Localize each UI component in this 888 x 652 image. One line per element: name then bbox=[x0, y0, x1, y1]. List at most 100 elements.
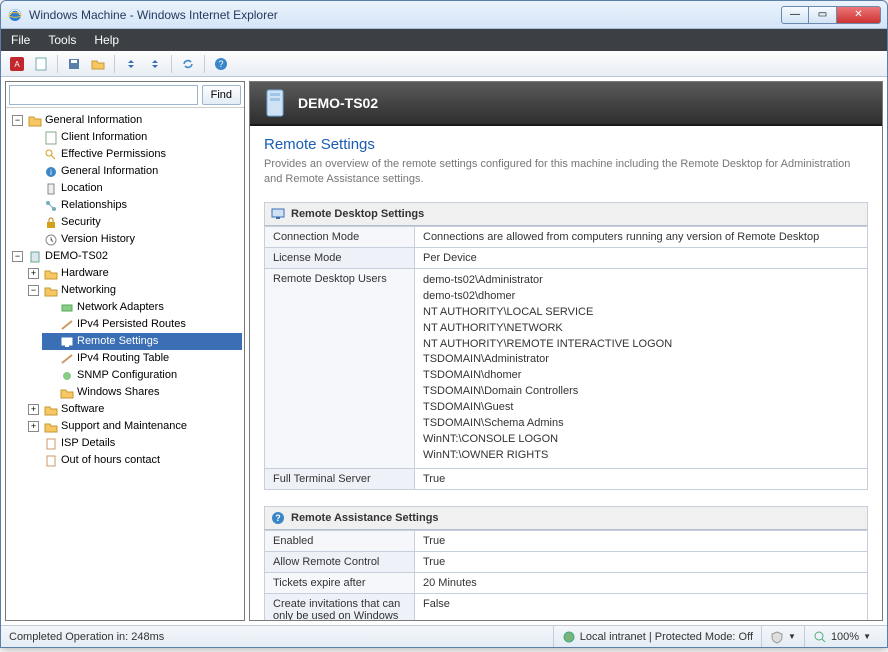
user-entry: TSDOMAIN\Guest bbox=[423, 400, 859, 416]
tree-label: General Information bbox=[61, 163, 158, 180]
panel-header: DEMO-TS02 bbox=[250, 82, 882, 126]
tree-label: Support and Maintenance bbox=[61, 418, 187, 435]
table-row: Tickets expire after20 Minutes bbox=[265, 573, 868, 594]
tree-label: Effective Permissions bbox=[61, 146, 166, 163]
toolbar-collapse-icon[interactable] bbox=[121, 54, 141, 74]
menu-tools[interactable]: Tools bbox=[48, 33, 76, 47]
expand-icon[interactable]: + bbox=[28, 421, 39, 432]
status-zoom[interactable]: 100% ▼ bbox=[804, 626, 879, 647]
svg-text:?: ? bbox=[275, 513, 281, 523]
tree-windows-shares[interactable]: Windows Shares bbox=[42, 384, 242, 401]
toolbar-pdf-icon[interactable]: A bbox=[7, 54, 27, 74]
tree-label: Hardware bbox=[61, 265, 109, 282]
tree-host[interactable]: − DEMO-TS02 bbox=[10, 248, 242, 265]
expand-icon[interactable]: + bbox=[28, 268, 39, 279]
collapse-icon[interactable]: − bbox=[28, 285, 39, 296]
tree-support[interactable]: + Support and Maintenance bbox=[26, 418, 242, 435]
cell-val: False bbox=[415, 594, 868, 620]
table-row: License ModePer Device bbox=[265, 247, 868, 268]
dropdown-icon: ▼ bbox=[788, 632, 796, 641]
tree-remote-settings[interactable]: Remote Settings bbox=[42, 333, 242, 350]
location-icon bbox=[44, 182, 58, 196]
tree-label: Remote Settings bbox=[77, 333, 158, 350]
snmp-icon bbox=[60, 369, 74, 383]
tree-software[interactable]: +Software bbox=[26, 401, 242, 418]
minimize-button[interactable]: — bbox=[781, 6, 809, 24]
toolbar-doc-icon[interactable] bbox=[31, 54, 51, 74]
tree-snmp[interactable]: SNMP Configuration bbox=[42, 367, 242, 384]
toolbar-expand-icon[interactable] bbox=[145, 54, 165, 74]
key-icon bbox=[44, 148, 58, 162]
toolbar-help-icon[interactable]: ? bbox=[211, 54, 231, 74]
tree-label: Network Adapters bbox=[77, 299, 164, 316]
panel-title: DEMO-TS02 bbox=[298, 95, 378, 111]
toolbar-refresh-icon[interactable] bbox=[178, 54, 198, 74]
cell-key: Connection Mode bbox=[265, 226, 415, 247]
route-icon bbox=[60, 318, 74, 332]
collapse-icon[interactable]: − bbox=[12, 115, 23, 126]
doc-icon bbox=[44, 454, 58, 468]
server-icon bbox=[262, 88, 288, 118]
tree-label: General Information bbox=[45, 112, 142, 129]
toolbar-save-icon[interactable] bbox=[64, 54, 84, 74]
cell-key: Remote Desktop Users bbox=[265, 268, 415, 468]
rds-table-title: Remote Desktop Settings bbox=[264, 202, 868, 226]
tree-security[interactable]: Security bbox=[26, 214, 242, 231]
find-button[interactable]: Find bbox=[202, 85, 241, 105]
tree-label: ISP Details bbox=[61, 435, 115, 452]
separator bbox=[204, 55, 205, 73]
window-controls: — ▭ ✕ bbox=[781, 6, 881, 24]
tree-general-information[interactable]: − General Information bbox=[10, 112, 242, 129]
tree-label: Security bbox=[61, 214, 101, 231]
ras-table: EnabledTrue Allow Remote ControlTrue Tic… bbox=[264, 530, 868, 620]
share-icon bbox=[60, 386, 74, 400]
browser-window: Windows Machine - Windows Internet Explo… bbox=[0, 0, 888, 648]
user-entry: TSDOMAIN\Domain Controllers bbox=[423, 384, 859, 400]
statusbar: Completed Operation in: 248ms Local intr… bbox=[1, 625, 887, 647]
menu-file[interactable]: File bbox=[11, 33, 30, 47]
tree-ipv4-routing[interactable]: IPv4 Routing Table bbox=[42, 350, 242, 367]
tree-relationships[interactable]: Relationships bbox=[26, 197, 242, 214]
cell-val: Per Device bbox=[415, 247, 868, 268]
svg-text:i: i bbox=[50, 168, 52, 177]
tree-effective-permissions[interactable]: Effective Permissions bbox=[26, 146, 242, 163]
route-icon bbox=[60, 352, 74, 366]
tree-hardware[interactable]: + Hardware bbox=[26, 265, 242, 282]
find-input[interactable] bbox=[9, 85, 198, 105]
tree-isp[interactable]: ISP Details bbox=[26, 435, 242, 452]
tree-version-history[interactable]: Version History bbox=[26, 231, 242, 248]
tree-networking[interactable]: −Networking bbox=[26, 282, 242, 299]
ie-icon bbox=[7, 7, 23, 23]
tree-label: IPv4 Routing Table bbox=[77, 350, 169, 367]
tree-general-info-child[interactable]: i General Information bbox=[26, 163, 242, 180]
toolbar-folder-icon[interactable] bbox=[88, 54, 108, 74]
table-row: Full Terminal ServerTrue bbox=[265, 469, 868, 490]
nav-tree[interactable]: − General Information Client Information… bbox=[6, 108, 244, 620]
menu-help[interactable]: Help bbox=[94, 33, 119, 47]
tree-ooh[interactable]: Out of hours contact bbox=[26, 452, 242, 469]
close-button[interactable]: ✕ bbox=[837, 6, 881, 24]
menubar: File Tools Help bbox=[1, 29, 887, 51]
cell-key: License Mode bbox=[265, 247, 415, 268]
tree-location[interactable]: Location bbox=[26, 180, 242, 197]
cell-key: Create invitations that can only be used… bbox=[265, 594, 415, 620]
separator bbox=[114, 55, 115, 73]
collapse-icon[interactable]: − bbox=[12, 251, 23, 262]
nic-icon bbox=[60, 301, 74, 315]
tree-ipv4-persisted[interactable]: IPv4 Persisted Routes bbox=[42, 316, 242, 333]
expand-icon[interactable]: + bbox=[28, 404, 39, 415]
folder-icon bbox=[44, 420, 58, 434]
status-security[interactable]: ▼ bbox=[761, 626, 804, 647]
titlebar[interactable]: Windows Machine - Windows Internet Explo… bbox=[1, 1, 887, 29]
tree-client-information[interactable]: Client Information bbox=[26, 129, 242, 146]
folder-open-icon bbox=[28, 114, 42, 128]
status-zone-label: Local intranet | Protected Mode: Off bbox=[580, 631, 753, 643]
status-zoom-label: 100% bbox=[831, 631, 859, 643]
maximize-button[interactable]: ▭ bbox=[809, 6, 837, 24]
user-entry: TSDOMAIN\Administrator bbox=[423, 352, 859, 368]
status-zone[interactable]: Local intranet | Protected Mode: Off bbox=[553, 626, 761, 647]
tree-network-adapters[interactable]: Network Adapters bbox=[42, 299, 242, 316]
user-entry: demo-ts02\dhomer bbox=[423, 289, 859, 305]
table-row: EnabledTrue bbox=[265, 531, 868, 552]
tree-label: Location bbox=[61, 180, 103, 197]
